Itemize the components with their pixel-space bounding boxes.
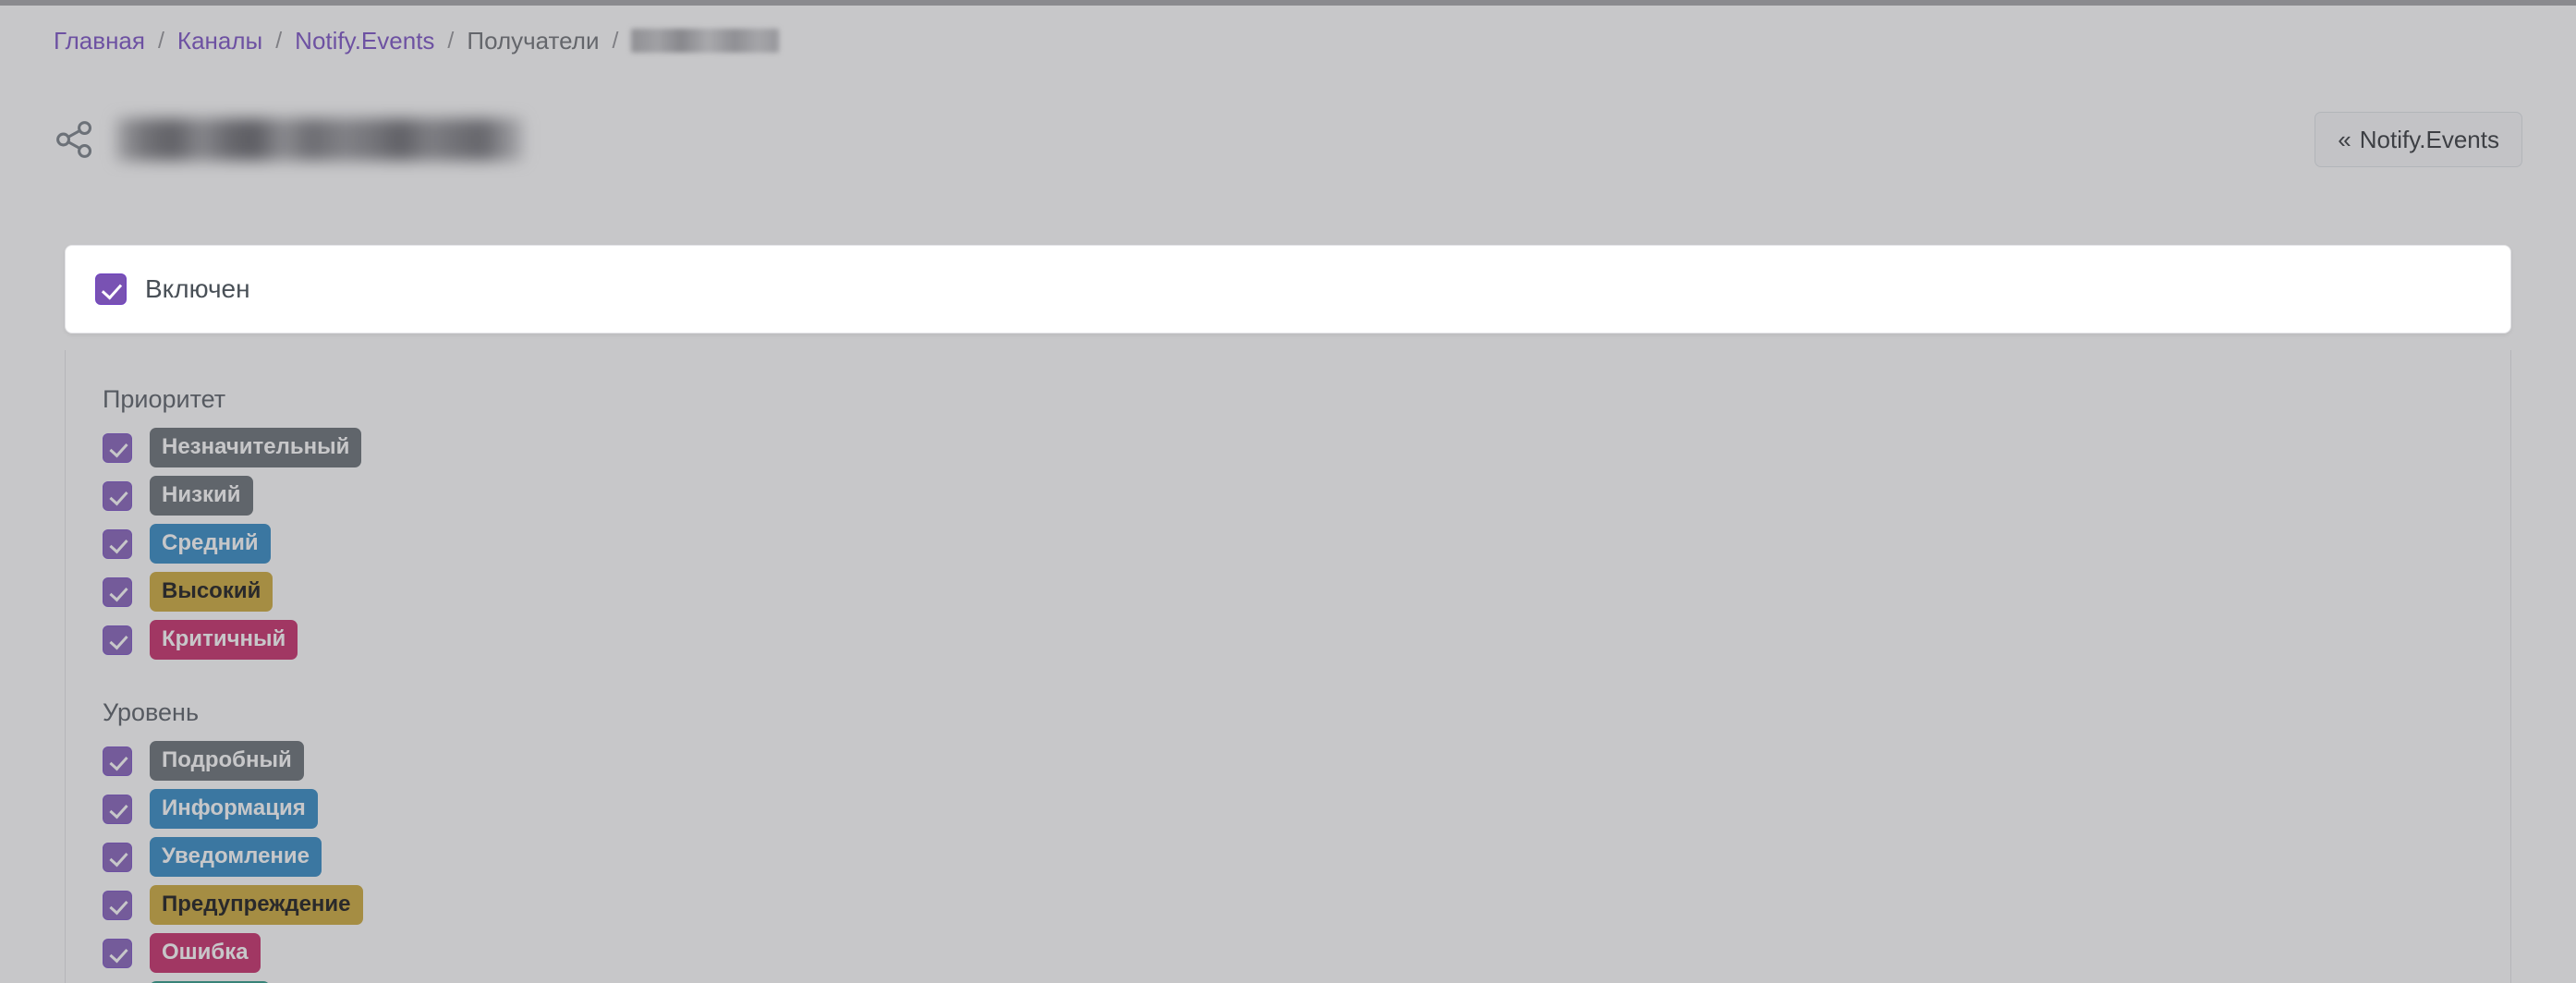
priority-field-group: Приоритет Незначительный Низкий Средний … xyxy=(103,383,2473,660)
priority-checkbox-minor[interactable] xyxy=(103,432,132,463)
breadcrumb-channels[interactable]: Каналы xyxy=(177,26,262,55)
level-option-verbose[interactable]: Подробный xyxy=(103,741,2473,781)
priority-badge-critical: Критичный xyxy=(150,620,298,660)
enabled-checkbox[interactable] xyxy=(95,273,127,305)
priority-option-critical[interactable]: Критичный xyxy=(103,620,2473,660)
breadcrumb-recipient-name xyxy=(631,29,780,53)
level-checkbox-notice[interactable] xyxy=(103,842,132,872)
breadcrumb-recipients[interactable]: Получатели xyxy=(467,26,599,55)
breadcrumb-separator: / xyxy=(447,28,455,54)
priority-badge-low: Низкий xyxy=(150,476,253,516)
priority-badge-minor: Незначительный xyxy=(150,428,362,467)
priority-option-medium[interactable]: Средний xyxy=(103,524,2473,564)
breadcrumb-separator: / xyxy=(157,28,164,54)
enabled-card: Включен xyxy=(65,245,2511,334)
breadcrumb-separator: / xyxy=(612,28,619,54)
priority-option-low[interactable]: Низкий xyxy=(103,476,2473,516)
breadcrumb: Главная / Каналы / Notify.Events / Получ… xyxy=(54,26,780,55)
level-badge-information: Информация xyxy=(150,789,318,829)
priority-badge-high: Высокий xyxy=(150,572,273,612)
enabled-checkbox-label: Включен xyxy=(145,274,250,303)
breadcrumb-separator: / xyxy=(275,28,283,54)
settings-body: Приоритет Незначительный Низкий Средний … xyxy=(65,350,2511,983)
priority-checkbox-critical[interactable] xyxy=(103,625,132,655)
level-badge-error: Ошибка xyxy=(150,933,261,973)
priority-option-minor[interactable]: Незначительный xyxy=(103,428,2473,467)
share-nodes-icon xyxy=(54,118,96,161)
breadcrumb-home[interactable]: Главная xyxy=(54,26,145,55)
page-root: Главная / Каналы / Notify.Events / Получ… xyxy=(0,0,2576,983)
breadcrumb-notify-events[interactable]: Notify.Events xyxy=(295,26,434,55)
back-button-label: Notify.Events xyxy=(2359,126,2499,153)
priority-checkbox-low[interactable] xyxy=(103,480,132,511)
level-badge-warning: Предупреждение xyxy=(150,885,363,925)
level-badge-notice: Уведомление xyxy=(150,837,322,877)
priority-checkbox-high[interactable] xyxy=(103,576,132,607)
back-to-notify-events-button[interactable]: « Notify.Events xyxy=(2315,112,2522,167)
priority-label: Приоритет xyxy=(103,385,226,413)
level-option-warning[interactable]: Предупреждение xyxy=(103,885,2473,925)
level-checkbox-information[interactable] xyxy=(103,794,132,824)
page-header: « Notify.Events xyxy=(54,103,2522,176)
level-checkbox-verbose[interactable] xyxy=(103,746,132,776)
enabled-card-section: Включен xyxy=(66,246,2510,333)
priority-option-high[interactable]: Высокий xyxy=(103,572,2473,612)
level-checkbox-error[interactable] xyxy=(103,938,132,968)
priority-checkbox-medium[interactable] xyxy=(103,528,132,559)
level-checkbox-warning[interactable] xyxy=(103,890,132,920)
level-option-error[interactable]: Ошибка xyxy=(103,933,2473,973)
level-field-group: Уровень Подробный Информация Уведомление… xyxy=(103,697,2473,983)
level-option-notice[interactable]: Уведомление xyxy=(103,837,2473,877)
page-title xyxy=(116,118,523,161)
priority-badge-medium: Средний xyxy=(150,524,271,564)
page-title-group xyxy=(54,118,523,161)
top-strip xyxy=(0,0,2576,6)
level-option-information[interactable]: Информация xyxy=(103,789,2473,829)
level-badge-verbose: Подробный xyxy=(150,741,304,781)
double-chevron-left-icon: « xyxy=(2338,126,2351,153)
level-label: Уровень xyxy=(103,698,200,726)
enabled-checkbox-row[interactable]: Включен xyxy=(95,273,2481,305)
